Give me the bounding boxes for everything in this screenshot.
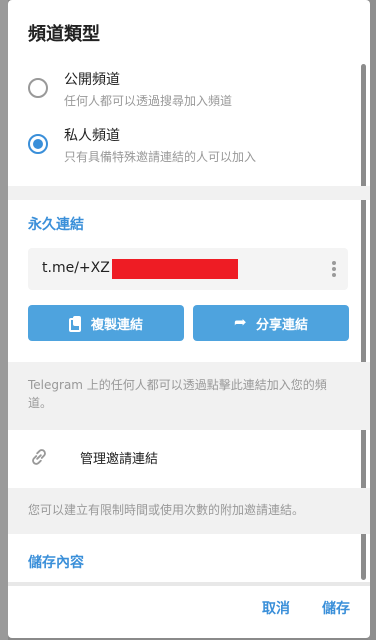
manage-invite-links-label: 管理邀請連結: [80, 451, 159, 467]
share-link-button[interactable]: 分享連結: [193, 305, 349, 341]
permanent-link-text: t.me/+XZ: [42, 260, 110, 276]
copy-icon: [68, 316, 83, 332]
background-edge-left: [0, 0, 8, 640]
save-button[interactable]: 儲存: [322, 598, 350, 618]
copy-link-label: 複製連結: [90, 317, 143, 333]
dialog-title: 頻道類型: [28, 24, 100, 45]
footer-divider: [8, 582, 370, 586]
private-channel-option[interactable]: 私人頻道 只有具備特殊邀請連結的人可以加入: [28, 126, 256, 166]
private-channel-desc: 只有具備特殊邀請連結的人可以加入: [64, 150, 257, 164]
share-icon: [234, 313, 248, 331]
private-channel-label: 私人頻道: [64, 128, 120, 144]
redacted-link-part: [112, 259, 238, 279]
permanent-link-info: Telegram 上的任何人都可以透過點擊此連結加入您的頻道。: [28, 378, 327, 410]
permanent-link-field[interactable]: t.me/+XZ: [28, 248, 348, 290]
private-channel-radio[interactable]: [28, 134, 48, 154]
cancel-button[interactable]: 取消: [262, 598, 290, 618]
share-link-label: 分享連結: [255, 317, 308, 333]
public-channel-option[interactable]: 公開頻道 任何人都可以透過搜尋加入頻道: [28, 70, 232, 110]
permanent-link-header: 永久連結: [28, 217, 84, 233]
copy-link-button[interactable]: 複製連結: [28, 305, 184, 341]
public-channel-radio[interactable]: [28, 78, 48, 98]
invite-links-info: 您可以建立有限制時間或使用次數的附加邀請連結。: [28, 503, 305, 517]
public-channel-label: 公開頻道: [64, 72, 120, 88]
saved-content-header: 儲存內容: [28, 555, 84, 571]
channel-type-dialog: 頻道類型 公開頻道 任何人都可以透過搜尋加入頻道 私人頻道 只有具備特殊邀請連結…: [8, 0, 370, 638]
section-divider: [8, 186, 370, 200]
link-icon: [28, 446, 50, 468]
kebab-menu-icon[interactable]: [332, 261, 336, 277]
manage-invite-links-row[interactable]: 管理邀請連結: [28, 446, 158, 468]
public-channel-desc: 任何人都可以透過搜尋加入頻道: [64, 94, 233, 108]
